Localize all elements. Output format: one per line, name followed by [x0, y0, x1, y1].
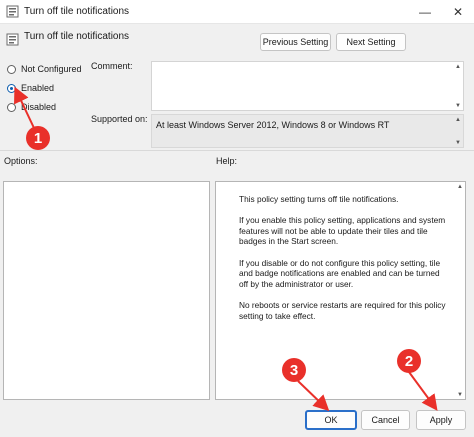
previous-setting-button[interactable]: Previous Setting: [260, 33, 331, 51]
close-button[interactable]: ✕: [444, 0, 472, 24]
help-text: This policy setting turns off tile notif…: [239, 194, 449, 332]
help-paragraph: No reboots or service restarts are requi…: [239, 299, 446, 321]
window-title: Turn off tile notifications: [24, 6, 130, 17]
radio-not-configured[interactable]: Not Configured: [7, 63, 82, 75]
radio-enabled[interactable]: Enabled: [7, 82, 54, 94]
help-paragraph: If you enable this policy setting, appli…: [239, 215, 446, 247]
next-setting-button[interactable]: Next Setting: [336, 33, 406, 51]
annotation-badge-2: 2: [397, 349, 421, 373]
options-panel: [3, 181, 210, 400]
setting-title: Turn off tile notifications: [24, 31, 130, 42]
comment-textarea[interactable]: ▲ ▼: [151, 61, 464, 111]
scroll-up-icon[interactable]: ▲: [455, 117, 461, 123]
ok-button[interactable]: OK: [305, 410, 357, 430]
radio-disabled[interactable]: Disabled: [7, 101, 56, 113]
annotation-badge-3: 3: [282, 358, 306, 382]
scroll-up-icon[interactable]: ▲: [455, 64, 461, 70]
minimize-icon: —: [419, 5, 431, 19]
help-paragraph: This policy setting turns off tile notif…: [239, 194, 399, 204]
scroll-up-icon[interactable]: ▲: [457, 184, 463, 190]
help-panel[interactable]: This policy setting turns off tile notif…: [215, 181, 466, 400]
close-icon: ✕: [452, 5, 464, 19]
help-label: Help:: [216, 156, 238, 166]
comment-label: Comment:: [91, 61, 133, 71]
scroll-down-icon[interactable]: ▼: [455, 140, 461, 146]
radio-label: Disabled: [21, 102, 57, 112]
scroll-down-icon[interactable]: ▼: [457, 392, 463, 398]
section-divider: [0, 150, 474, 151]
radio-label: Enabled: [21, 83, 55, 93]
radio-button[interactable]: [7, 64, 16, 74]
radio-button[interactable]: [7, 102, 16, 112]
supported-on-value: At least Windows Server 2012, Windows 8 …: [156, 120, 390, 130]
title-bar: Turn off tile notifications — ✕: [0, 0, 474, 24]
supported-on-box: At least Windows Server 2012, Windows 8 …: [151, 114, 464, 148]
options-label: Options:: [4, 156, 38, 166]
minimize-button[interactable]: —: [411, 0, 439, 24]
policy-setting-icon: [6, 33, 19, 46]
supported-on-label: Supported on:: [91, 114, 148, 124]
radio-label: Not Configured: [21, 64, 82, 74]
apply-button[interactable]: Apply: [416, 410, 466, 430]
cancel-button[interactable]: Cancel: [361, 410, 410, 430]
radio-button-selected[interactable]: [7, 83, 16, 93]
annotation-badge-1: 1: [26, 126, 50, 150]
scroll-down-icon[interactable]: ▼: [455, 103, 461, 109]
policy-app-icon: [6, 5, 19, 18]
help-paragraph: If you disable or do not configure this …: [239, 257, 441, 289]
